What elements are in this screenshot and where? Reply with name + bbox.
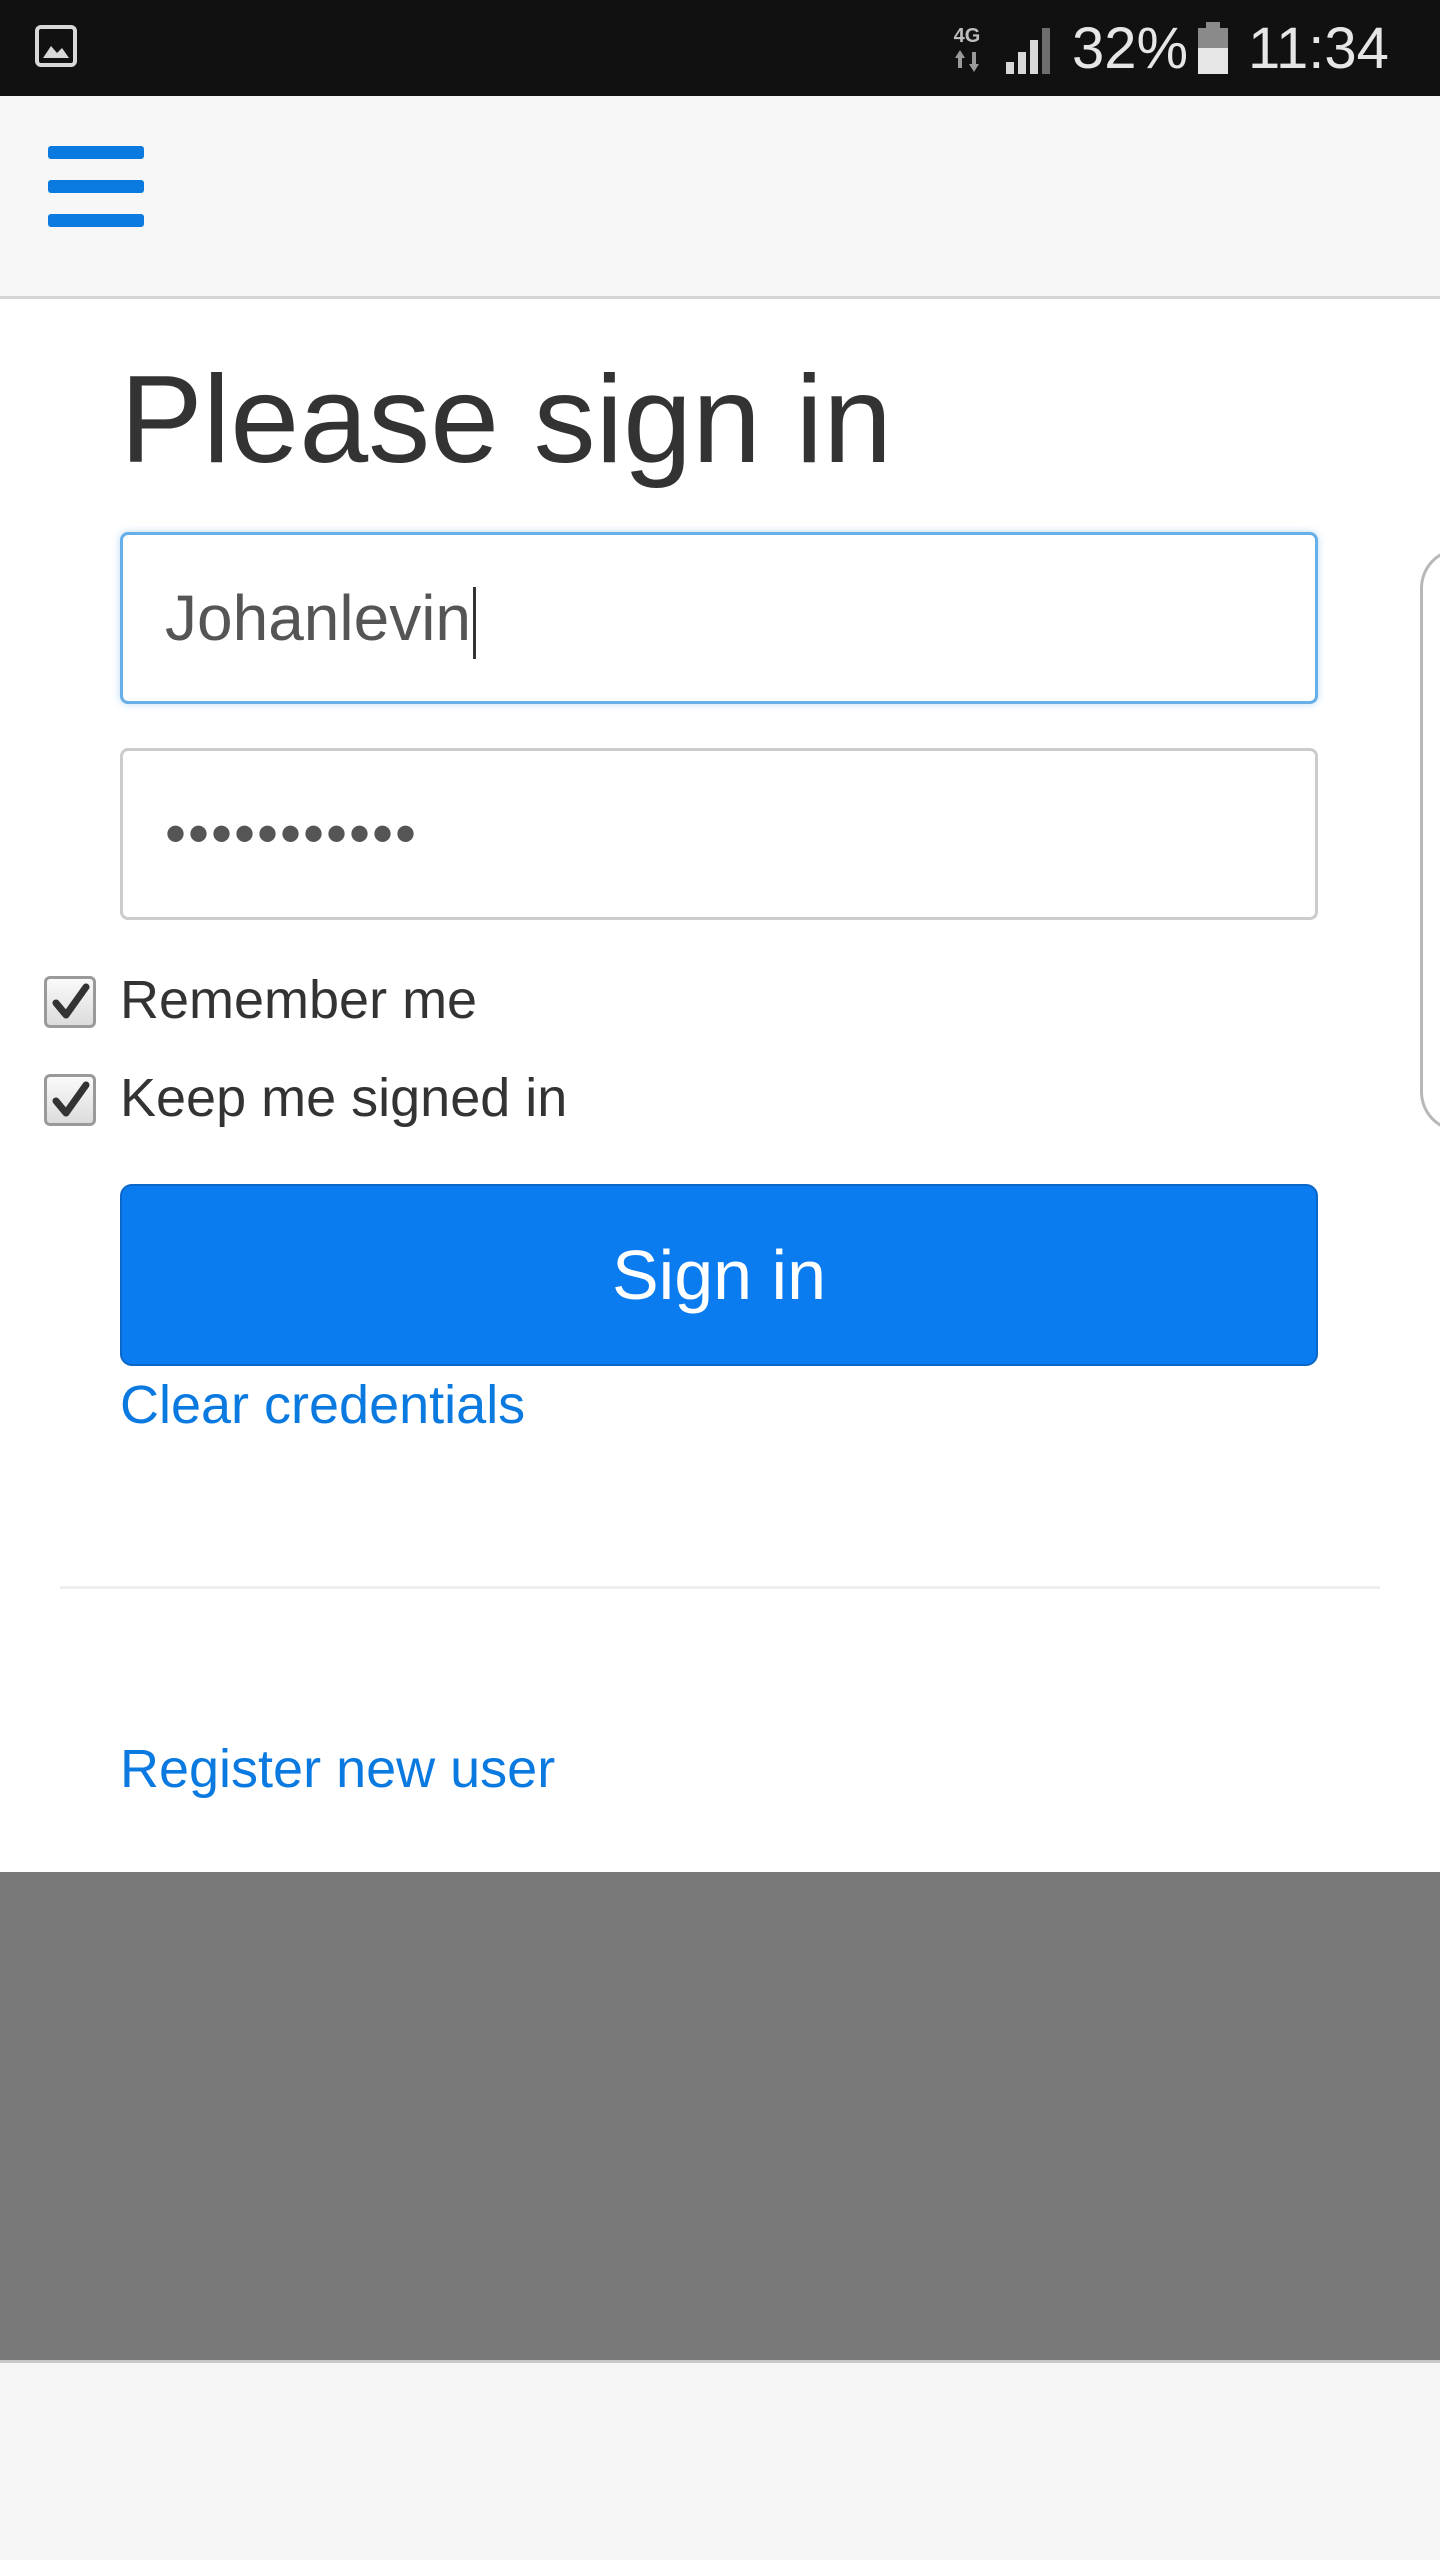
- gallery-icon: [35, 25, 77, 67]
- gray-overlay: [0, 1872, 1440, 2363]
- checkmark-icon: [52, 983, 90, 1019]
- register-new-user-link[interactable]: Register new user: [120, 1734, 555, 1804]
- remember-me-label: Remember me: [120, 970, 478, 1030]
- battery-icon: [1198, 22, 1228, 74]
- text-caret: [473, 587, 476, 660]
- password-field[interactable]: •••••••••••: [120, 748, 1318, 920]
- status-bar: 4G 32% 11:34: [0, 0, 1440, 96]
- menu-bar-line: [48, 180, 144, 193]
- clear-credentials-link[interactable]: Clear credentials: [120, 1370, 525, 1440]
- keep-signed-in-label: Keep me signed in: [120, 1068, 568, 1128]
- top-navbar: [0, 96, 1440, 299]
- side-panel-edge: [1420, 548, 1440, 1132]
- signal-icon: [1006, 28, 1050, 74]
- password-value: •••••••••••: [165, 800, 419, 867]
- page-title: Please sign in: [120, 351, 893, 489]
- sign-in-button[interactable]: Sign in: [120, 1184, 1318, 1366]
- clock: 11:34: [1248, 16, 1389, 81]
- hamburger-menu-icon[interactable]: [40, 146, 150, 246]
- checkmark-icon: [52, 1081, 90, 1117]
- keep-signed-in-row[interactable]: Keep me signed in: [44, 1066, 604, 1130]
- keep-signed-in-checkbox[interactable]: [44, 1074, 96, 1126]
- divider: [60, 1586, 1380, 1589]
- network-4g-icon: 4G: [954, 25, 981, 72]
- network-type-label: 4G: [954, 25, 981, 47]
- menu-bar-line: [48, 214, 144, 227]
- bottom-area: [0, 2363, 1440, 2560]
- username-value: Johanlevin: [165, 582, 471, 654]
- menu-bar-line: [48, 146, 144, 159]
- remember-me-row[interactable]: Remember me: [44, 968, 504, 1032]
- username-field[interactable]: Johanlevin: [120, 532, 1318, 704]
- battery-percent: 32%: [1072, 16, 1189, 81]
- remember-me-checkbox[interactable]: [44, 976, 96, 1028]
